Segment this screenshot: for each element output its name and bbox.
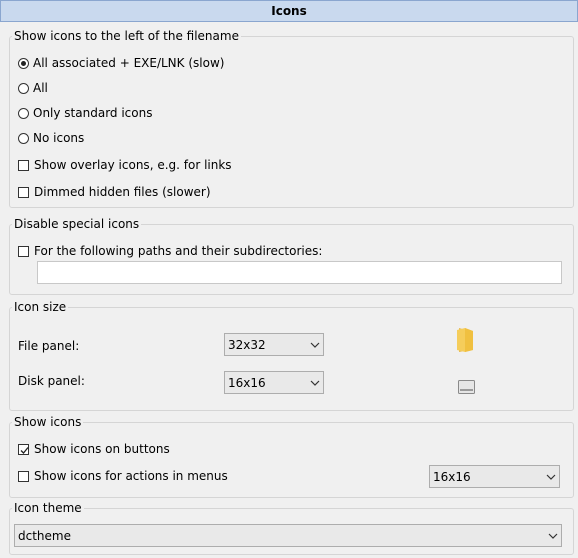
checkbox-label: Show icons on buttons — [34, 442, 170, 456]
chevron-down-icon — [307, 334, 323, 355]
radio-button[interactable] — [18, 57, 29, 69]
group-legend: Icon theme — [14, 501, 82, 515]
checkbox-label: Show icons for actions in menus — [34, 469, 228, 483]
page-header: Icons — [0, 0, 578, 22]
checkbox[interactable] — [18, 186, 29, 198]
checkbox-label: Dimmed hidden files (slower) — [34, 185, 211, 199]
disk-panel-label: Disk panel: — [18, 374, 85, 388]
radio-no-icons[interactable]: No icons — [18, 130, 84, 146]
select-value: 16x16 — [228, 375, 266, 390]
checkbox[interactable] — [18, 470, 29, 482]
radio-label: All associated + EXE/LNK (slow) — [33, 56, 225, 70]
radio-label: No icons — [33, 131, 85, 145]
radio-label: All — [33, 81, 48, 95]
page-title: Icons — [271, 4, 307, 18]
group-legend: Disable special icons — [14, 217, 140, 231]
checkbox[interactable] — [18, 245, 29, 257]
checkbox-following-paths[interactable]: For the following paths and their subdir… — [18, 243, 322, 259]
radio-button[interactable] — [18, 82, 29, 94]
radio-all-associated[interactable]: All associated + EXE/LNK (slow) — [18, 55, 224, 71]
group-legend: Show icons — [14, 415, 82, 429]
checkbox[interactable] — [18, 443, 29, 455]
checkbox-dimmed-hidden[interactable]: Dimmed hidden files (slower) — [18, 184, 211, 200]
menu-icon-size-select[interactable]: 16x16 — [429, 465, 560, 488]
radio-button[interactable] — [18, 107, 29, 119]
select-value: 32x32 — [228, 337, 266, 352]
checkbox-icons-on-buttons[interactable]: Show icons on buttons — [18, 441, 170, 457]
file-panel-label: File panel: — [18, 339, 80, 353]
checkbox-label: For the following paths and their subdir… — [34, 244, 323, 258]
radio-only-standard[interactable]: Only standard icons — [18, 105, 152, 121]
checkbox-icons-in-menus[interactable]: Show icons for actions in menus — [18, 468, 228, 484]
group-legend: Icon size — [14, 300, 67, 314]
checkbox-overlay-icons[interactable]: Show overlay icons, e.g. for links — [18, 157, 232, 173]
radio-label: Only standard icons — [33, 106, 153, 120]
radio-button[interactable] — [18, 132, 29, 144]
file-panel-size-select[interactable]: 32x32 — [224, 333, 324, 356]
radio-all[interactable]: All — [18, 80, 48, 96]
group-legend: Show icons to the left of the filename — [14, 29, 239, 43]
icon-theme-select[interactable]: dctheme — [14, 524, 562, 547]
disk-panel-size-select[interactable]: 16x16 — [224, 371, 324, 394]
chevron-down-icon — [545, 525, 561, 546]
checkbox-label: Show overlay icons, e.g. for links — [34, 158, 232, 172]
select-value: dctheme — [18, 528, 71, 543]
checkbox[interactable] — [18, 159, 29, 171]
folder-icon — [455, 326, 475, 356]
paths-input[interactable] — [37, 261, 562, 284]
chevron-down-icon — [543, 466, 559, 487]
drive-icon — [458, 380, 475, 397]
chevron-down-icon — [307, 372, 323, 393]
checkmark-icon — [20, 446, 29, 454]
select-value: 16x16 — [433, 469, 471, 484]
